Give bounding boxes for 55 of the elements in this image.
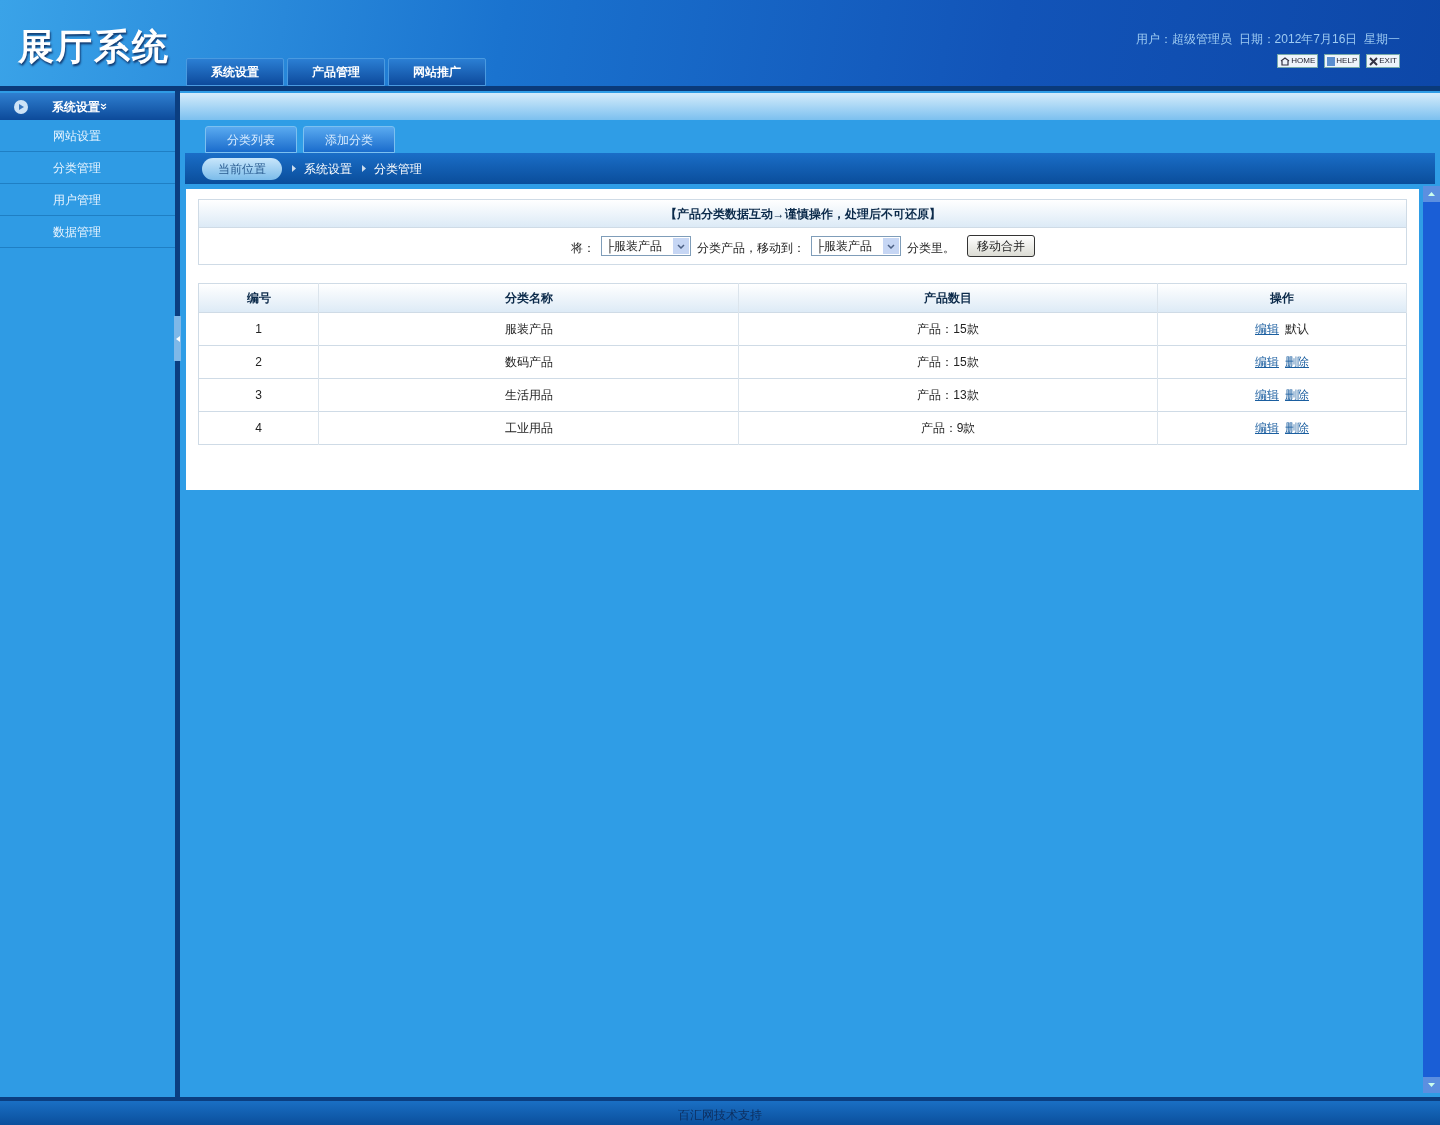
table-cell: 生活用品 xyxy=(318,378,739,412)
app-title: 展厅系统 xyxy=(17,25,171,69)
location-pill: 当前位置 xyxy=(202,157,282,180)
footer-text: 百汇网技术支持 xyxy=(678,1107,762,1124)
field-label: 分类产品，移动到： xyxy=(696,240,805,257)
play-icon xyxy=(14,99,28,114)
header-button[interactable]: HELP xyxy=(1324,54,1361,68)
action-link[interactable]: 删除 xyxy=(1285,353,1309,371)
action-link[interactable]: 编辑 xyxy=(1255,419,1279,437)
category-select[interactable]: ├服装产品 xyxy=(600,236,691,256)
section-title: 系统设置 xyxy=(52,98,100,116)
table-cell: 工业用品 xyxy=(318,411,739,445)
panel-title: 【产品分类数据互动→谨慎操作，处理后不可还原】 xyxy=(199,200,1406,228)
breadcrumb-item[interactable]: 分类管理 xyxy=(374,159,422,178)
action-link[interactable]: 编辑 xyxy=(1255,386,1279,404)
table-cell: 服装产品 xyxy=(318,312,739,346)
header-button[interactable]: EXIT xyxy=(1366,54,1400,68)
merge-button[interactable]: 移动合并 xyxy=(966,235,1035,257)
table-cell: 2 xyxy=(198,345,319,379)
table-cell: 数码产品 xyxy=(318,345,739,379)
nav-tab[interactable]: 网站推广 xyxy=(388,58,486,86)
column-header: 操作 xyxy=(1157,283,1407,313)
column-header: 编号 xyxy=(198,283,319,313)
breadcrumb-item[interactable]: 系统设置 xyxy=(304,159,352,178)
action-link[interactable]: 编辑 xyxy=(1255,320,1279,338)
nav-tab[interactable]: 系统设置 xyxy=(186,58,284,86)
table-cell: 产品：15款 xyxy=(738,345,1158,379)
house-icon xyxy=(1280,56,1291,66)
table-cell: 1 xyxy=(198,312,319,346)
table-cell: 4 xyxy=(198,411,319,445)
collapse-handle[interactable] xyxy=(174,316,181,361)
caret-left-icon xyxy=(175,335,180,342)
scrollbar[interactable] xyxy=(1423,186,1440,1093)
nav-tab[interactable]: 产品管理 xyxy=(287,58,385,86)
header-button[interactable]: HOME xyxy=(1277,54,1319,68)
close-icon xyxy=(1369,56,1379,66)
action-link[interactable]: 编辑 xyxy=(1255,353,1279,371)
table-cell: 产品：13款 xyxy=(738,378,1158,412)
scroll-down-icon[interactable] xyxy=(1423,1077,1440,1093)
table-cell: 产品：9款 xyxy=(738,411,1158,445)
field-label: 分类里。 xyxy=(906,240,955,257)
caret-right-icon xyxy=(292,165,296,172)
field-label: 将： xyxy=(570,240,595,257)
table-cell: 产品：15款 xyxy=(738,312,1158,346)
column-header: 产品数目 xyxy=(738,283,1158,313)
default-label: 默认 xyxy=(1285,321,1309,338)
category-select[interactable]: ├服装产品 xyxy=(810,236,901,256)
user-info: 用户：超级管理员 日期：2012年7月16日 星期一 xyxy=(1135,31,1400,48)
scroll-up-icon[interactable] xyxy=(1423,186,1440,202)
caret-right-icon xyxy=(362,165,366,172)
table-cell: 3 xyxy=(198,378,319,412)
action-link[interactable]: 删除 xyxy=(1285,419,1309,437)
chevron-down-icon xyxy=(100,103,107,110)
action-link[interactable]: 删除 xyxy=(1285,386,1309,404)
column-header: 分类名称 xyxy=(318,283,739,313)
